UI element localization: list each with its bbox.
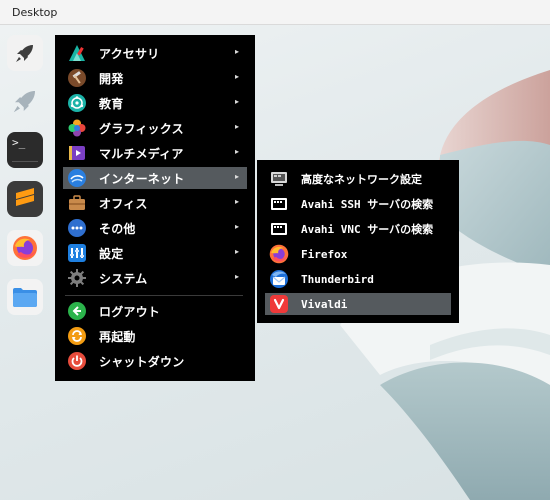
chevron-right-icon: ▸ xyxy=(234,47,239,56)
menu-item-logout[interactable]: ログアウト xyxy=(63,300,247,322)
menu-item-label: オフィス xyxy=(99,196,148,211)
avahi-ssh-icon xyxy=(269,194,289,214)
firefox-icon xyxy=(11,234,39,262)
menu-item-label: グラフィックス xyxy=(99,121,184,136)
sublime-text-icon xyxy=(14,187,36,211)
rocket-ghost-icon xyxy=(10,86,40,116)
dock: >_ xyxy=(0,25,50,325)
multimedia-icon xyxy=(67,143,87,163)
hammer-icon xyxy=(67,68,87,88)
chevron-right-icon: ▸ xyxy=(234,72,239,81)
menu-item-system[interactable]: システム ▸ xyxy=(63,267,247,289)
menu-separator xyxy=(65,295,243,296)
submenu-item-label: Firefox xyxy=(301,247,348,261)
menu-item-label: インターネット xyxy=(99,171,185,186)
menu-item-label: 設定 xyxy=(99,246,124,261)
accessories-icon xyxy=(67,43,87,63)
dock-files[interactable] xyxy=(7,279,43,315)
menu-item-graphics[interactable]: グラフィックス ▸ xyxy=(63,117,247,139)
submenu-item-avahi-ssh[interactable]: Avahi SSH サーバの検索 xyxy=(265,193,451,215)
internet-icon xyxy=(67,168,87,188)
settings-icon xyxy=(67,243,87,263)
desktop-title: Desktop xyxy=(12,6,58,19)
firefox-icon xyxy=(269,244,289,264)
menu-item-accessories[interactable]: アクセサリ ▸ xyxy=(63,42,247,64)
menu-item-label: マルチメディア xyxy=(99,146,184,161)
internet-submenu: 高度なネットワーク設定 Avahi SSH サーバの検索 Avahi VNC サ… xyxy=(257,160,459,323)
submenu-item-firefox[interactable]: Firefox xyxy=(265,243,451,265)
menu-item-settings[interactable]: 設定 ▸ xyxy=(63,242,247,264)
menu-item-office[interactable]: オフィス ▸ xyxy=(63,192,247,214)
menu-item-label: アクセサリ xyxy=(99,46,160,61)
submenu-item-label: 高度なネットワーク設定 xyxy=(301,173,422,186)
top-bar: Desktop xyxy=(0,0,550,25)
submenu-item-label: Avahi SSH サーバの検索 xyxy=(301,198,434,211)
menu-item-development[interactable]: 開発 ▸ xyxy=(63,67,247,89)
submenu-item-vivaldi[interactable]: Vivaldi xyxy=(265,293,451,315)
chevron-right-icon: ▸ xyxy=(234,247,239,256)
chevron-right-icon: ▸ xyxy=(234,147,239,156)
dock-firefox[interactable] xyxy=(7,230,43,266)
submenu-item-label: Avahi VNC サーバの検索 xyxy=(301,223,434,236)
education-icon xyxy=(67,93,87,113)
shutdown-icon xyxy=(67,351,87,371)
menu-item-label: その他 xyxy=(99,221,136,236)
menu-item-multimedia[interactable]: マルチメディア ▸ xyxy=(63,142,247,164)
menu-item-label: システム xyxy=(99,271,148,286)
submenu-item-label: Vivaldi xyxy=(301,297,348,311)
other-icon xyxy=(67,218,87,238)
menu-item-label: 開発 xyxy=(99,71,124,86)
logout-icon xyxy=(67,301,87,321)
submenu-item-network-settings[interactable]: 高度なネットワーク設定 xyxy=(265,168,451,190)
chevron-right-icon: ▸ xyxy=(234,97,239,106)
dock-rocket[interactable] xyxy=(7,35,43,71)
chevron-right-icon: ▸ xyxy=(234,222,239,231)
menu-item-restart[interactable]: 再起動 xyxy=(63,325,247,347)
menu-item-other[interactable]: その他 ▸ xyxy=(63,217,247,239)
menu-item-shutdown[interactable]: シャットダウン xyxy=(63,350,247,372)
menu-item-label: 教育 xyxy=(99,96,124,111)
menu-item-label: ログアウト xyxy=(99,304,161,319)
menu-item-label: シャットダウン xyxy=(99,354,185,369)
menu-item-label: 再起動 xyxy=(99,329,136,344)
restart-icon xyxy=(67,326,87,346)
rocket-icon xyxy=(13,41,37,65)
chevron-right-icon: ▸ xyxy=(234,122,239,131)
chevron-right-icon: ▸ xyxy=(234,197,239,206)
terminal-icon: >_ xyxy=(12,136,26,149)
menu-item-internet[interactable]: インターネット ▸ xyxy=(63,167,247,189)
chevron-right-icon: ▸ xyxy=(234,172,239,181)
submenu-item-avahi-vnc[interactable]: Avahi VNC サーバの検索 xyxy=(265,218,451,240)
chevron-right-icon: ▸ xyxy=(234,272,239,281)
avahi-vnc-icon xyxy=(269,219,289,239)
dock-sublime-text[interactable] xyxy=(7,181,43,217)
menu-item-education[interactable]: 教育 ▸ xyxy=(63,92,247,114)
vivaldi-icon xyxy=(269,294,289,314)
submenu-item-label: Thunderbird xyxy=(301,272,374,286)
thunderbird-icon xyxy=(269,269,289,289)
terminal-underline xyxy=(12,161,38,162)
folder-icon xyxy=(12,286,38,308)
network-icon xyxy=(269,169,289,189)
system-gear-icon xyxy=(67,268,87,288)
office-icon xyxy=(67,193,87,213)
dock-rocket-ghost[interactable] xyxy=(7,83,43,119)
dock-terminal[interactable]: >_ xyxy=(7,132,43,168)
graphics-icon xyxy=(67,118,87,138)
application-menu: アクセサリ ▸ 開発 ▸ 教育 ▸ グラフィックス ▸ マルチメディア ▸ イン xyxy=(55,35,255,381)
submenu-item-thunderbird[interactable]: Thunderbird xyxy=(265,268,451,290)
